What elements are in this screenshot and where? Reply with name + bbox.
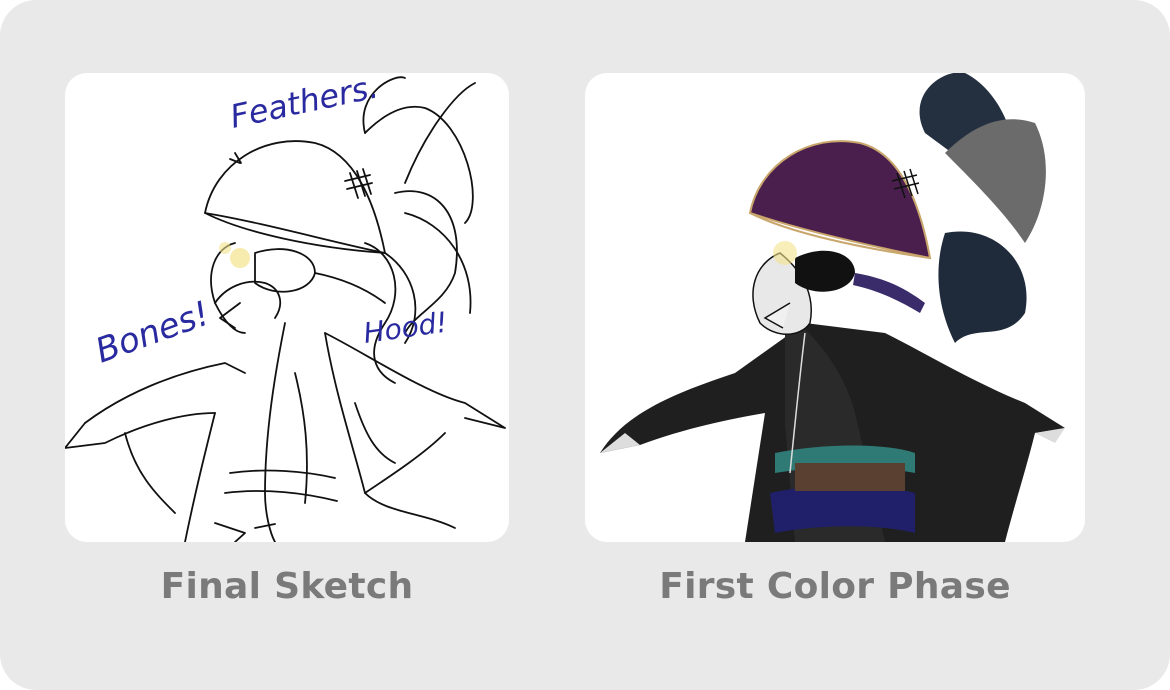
annotation-feathers: Feathers. [227,73,382,136]
caption-first-color-phase: First Color Phase [659,566,1011,607]
annotation-hood: Hood! [361,306,449,350]
gallery-frame: Feathers. Bones! Hood! Final Sketch Firs… [0,0,1170,690]
sketch-image: Feathers. Bones! Hood! [65,73,509,542]
caption-final-sketch: Final Sketch [160,566,414,607]
color-phase-image [585,73,1085,542]
sketch-artwork: Feathers. Bones! Hood! [65,73,506,542]
color-artwork [600,73,1065,542]
annotation-bones: Bones! [90,294,215,372]
